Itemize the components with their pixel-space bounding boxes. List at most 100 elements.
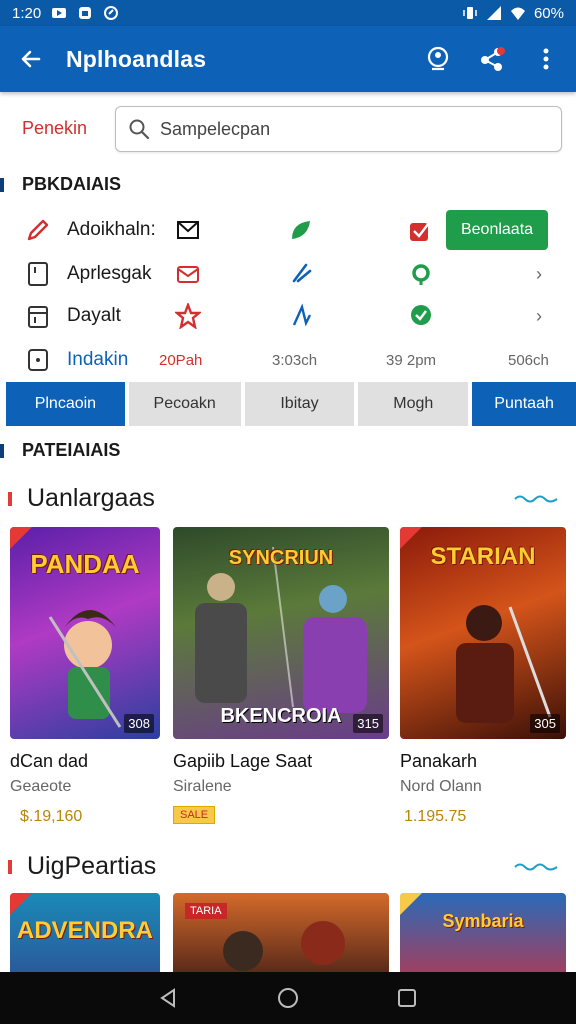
more-squiggle-icon[interactable] <box>514 862 558 872</box>
tablet-icon <box>24 260 52 288</box>
status-time: 1:20 <box>12 4 42 22</box>
grid-row[interactable]: Indakin 20Pah 3:03ch 39 2pm 506ch <box>0 338 576 382</box>
time-value: 39 2pm <box>386 351 437 369</box>
notification-badge <box>497 47 505 55</box>
list-marker <box>8 859 12 874</box>
chat-icon[interactable] <box>406 301 436 331</box>
grid-row[interactable]: Dayalt › <box>0 294 576 338</box>
search-icon <box>129 119 150 140</box>
list-heading-2: UigPeartias <box>0 852 156 881</box>
pen-icon <box>24 216 52 244</box>
tab-puntaah[interactable]: Puntaah <box>472 382 576 426</box>
wifi-icon <box>510 5 526 21</box>
refresh-icon[interactable] <box>406 259 436 289</box>
vibrate-icon <box>462 5 478 21</box>
signal-icon <box>486 5 502 21</box>
nav-recents-icon[interactable] <box>397 988 417 1008</box>
game-price: 1.195.75 <box>404 808 467 825</box>
tab-plncaoin[interactable]: Plncaoin <box>6 382 125 426</box>
account-button[interactable] <box>422 43 454 75</box>
search-input[interactable] <box>160 118 540 140</box>
grid-row[interactable]: Aprlesgak › <box>0 252 576 296</box>
game-card[interactable]: SYNCRIUN BKENCROIA 315 Gapiib Lage Saat … <box>173 527 389 824</box>
chevron-right-icon[interactable]: › <box>536 306 542 327</box>
app-bar: Nplhoandlas <box>0 26 576 92</box>
nav-home-icon[interactable] <box>277 987 299 1009</box>
cover-count: 305 <box>530 714 560 733</box>
game-subtitle: Nord Olann <box>400 778 482 795</box>
sync-icon <box>103 5 119 21</box>
grid-row-label: Dayalt <box>67 305 121 326</box>
grid-row-label: Aprlesgak <box>67 263 152 284</box>
search-label: Penekin <box>22 118 88 138</box>
hero-illustration <box>223 921 345 971</box>
list-marker <box>8 491 12 506</box>
link-icon[interactable] <box>286 301 316 331</box>
section-heading-1: PBKDAIAIS <box>0 174 121 195</box>
game-cover[interactable]: STARIAN 305 <box>400 527 566 739</box>
cover-title: Symbaria <box>442 911 524 931</box>
more-squiggle-icon[interactable] <box>514 494 558 504</box>
search-box[interactable] <box>115 106 562 152</box>
more-options-button[interactable] <box>530 43 562 75</box>
list-title: UigPeartias <box>27 852 157 880</box>
tab-pecoakn[interactable]: Pecoakn <box>128 382 241 426</box>
account-search-icon <box>427 46 449 71</box>
share-button[interactable] <box>476 43 508 75</box>
envelope-icon[interactable] <box>173 259 203 289</box>
game-card[interactable]: PANDAA 308 dCan dad Geaeote $.19,160 <box>10 527 160 826</box>
game-subtitle: Geaeote <box>10 778 72 795</box>
tab-mogh[interactable]: Mogh <box>358 382 469 426</box>
game-cover[interactable]: SYNCRIUN BKENCROIA 315 <box>173 527 389 739</box>
cover-title: STARIAN <box>430 543 536 570</box>
battery-level: 60% <box>533 4 564 22</box>
grid-row-label: Indakin <box>67 349 129 370</box>
game-price: $.19,160 <box>20 808 83 825</box>
flag-check-icon[interactable] <box>406 215 436 245</box>
game-cover[interactable]: PANDAA 308 <box>10 527 160 739</box>
chevron-right-icon[interactable]: › <box>536 264 542 285</box>
nav-back-icon[interactable] <box>159 988 179 1008</box>
app-notification-icon <box>77 5 93 21</box>
corner-ribbon <box>10 893 32 915</box>
tab-bar: Plncaoin Pecoakn Ibitay Mogh Puntaah <box>6 382 576 426</box>
grid-row-label: Adoikhaln: <box>67 219 156 240</box>
cover-count: 315 <box>353 714 383 733</box>
list-title: Uanlargaas <box>27 484 155 512</box>
game-name: dCan dad <box>10 751 89 771</box>
action-button[interactable]: Beonlaata <box>446 210 548 250</box>
leaf-icon[interactable] <box>286 215 316 245</box>
section-marker <box>0 443 4 458</box>
section-heading-2: PATEIAIAIS <box>0 440 120 461</box>
search-row: Penekin <box>0 106 576 154</box>
mail-check-icon[interactable] <box>173 215 203 245</box>
music-note-icon[interactable] <box>286 259 316 289</box>
game-card[interactable]: TARIA <box>173 893 389 973</box>
game-card[interactable]: Symbaria <box>400 893 566 973</box>
sale-tag: SALE <box>173 806 216 824</box>
system-nav-bar <box>0 972 576 1024</box>
back-button[interactable] <box>14 42 48 76</box>
back-arrow-icon <box>21 50 41 68</box>
status-bar: 1:20 60% <box>0 0 576 26</box>
game-subtitle: Siralene <box>173 778 232 795</box>
section-title: PBKDAIAIS <box>22 174 122 194</box>
video-icon <box>51 5 67 21</box>
calendar-icon <box>24 302 52 330</box>
time-value: 20Pah <box>159 351 203 369</box>
game-card[interactable]: STARIAN 305 Panakarh Nord Olann 1.195.75 <box>400 527 566 826</box>
list-heading-1: Uanlargaas <box>0 484 155 513</box>
cover-title: PANDAA <box>30 549 140 579</box>
clock-icon <box>24 346 52 374</box>
time-value: 506ch <box>508 351 549 369</box>
page-title: Nplhoandlas <box>66 45 207 72</box>
game-name: Gapiib Lage Saat <box>173 751 313 771</box>
section-title: PATEIAIAIS <box>22 440 121 460</box>
grid-row[interactable]: Adoikhaln: Beonlaata <box>0 208 576 252</box>
cover-count: 308 <box>124 714 154 733</box>
game-card[interactable]: ADVENDRA <box>10 893 160 973</box>
star-icon[interactable] <box>173 301 203 331</box>
tab-ibitay[interactable]: Ibitay <box>244 382 355 426</box>
game-name: Panakarh <box>400 751 478 771</box>
time-value: 3:03ch <box>272 351 318 369</box>
